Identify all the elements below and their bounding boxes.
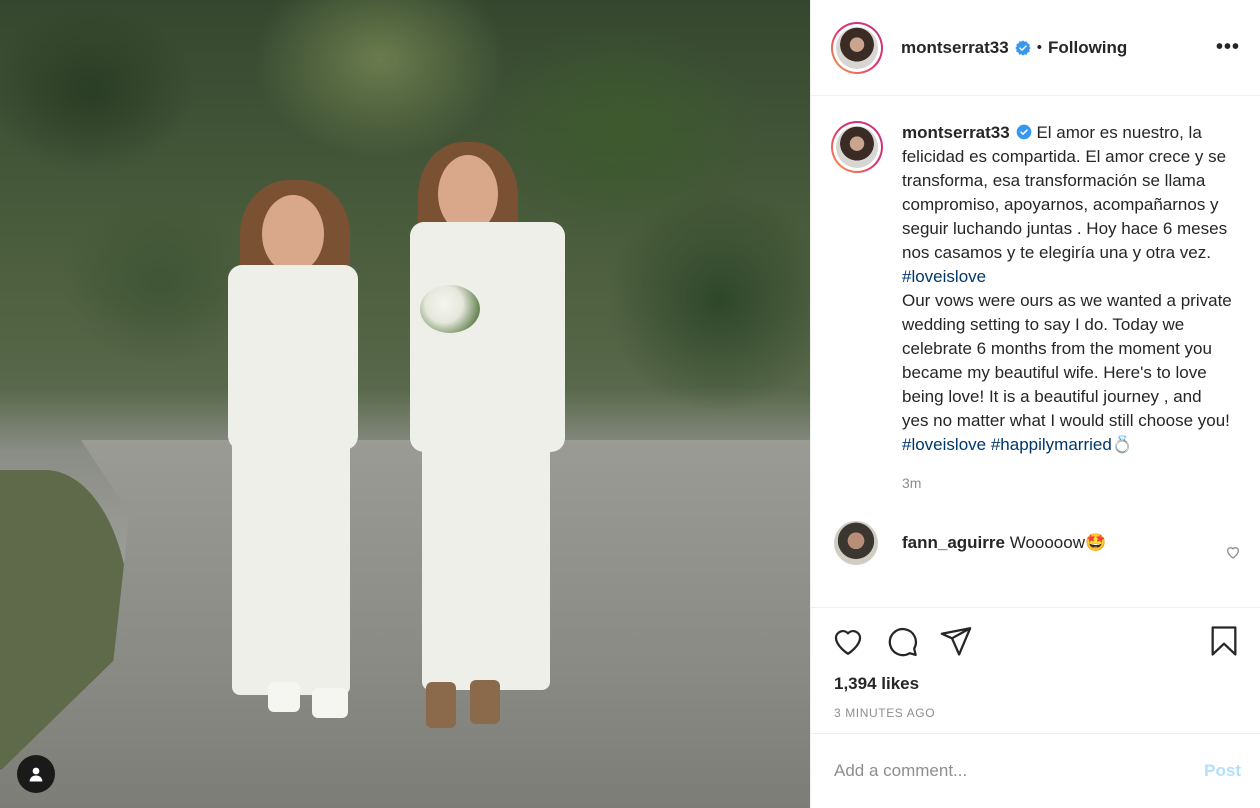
bookmark-icon[interactable] bbox=[1207, 624, 1241, 658]
hashtag-link[interactable]: #loveislove bbox=[902, 435, 986, 454]
photo-path bbox=[0, 440, 810, 808]
post-timestamp[interactable]: 3 MINUTES AGO bbox=[834, 706, 1241, 720]
caption-time[interactable]: 3m bbox=[902, 475, 1241, 491]
comment-like-icon[interactable] bbox=[1225, 544, 1241, 560]
post-sidebar: montserrat33 • Following ••• montserrat3… bbox=[810, 0, 1260, 808]
user-icon bbox=[29, 767, 43, 782]
ring-emoji: 💍 bbox=[1111, 435, 1133, 454]
commenter-avatar[interactable] bbox=[834, 521, 878, 565]
share-icon[interactable] bbox=[939, 624, 973, 658]
caption-text-en: Our vows were ours as we wanted a privat… bbox=[902, 291, 1232, 430]
caption-avatar[interactable] bbox=[831, 121, 883, 173]
post-photo[interactable] bbox=[0, 0, 810, 808]
likes-count[interactable]: 1,394 likes bbox=[834, 674, 1241, 694]
commenter-username[interactable]: fann_aguirre bbox=[902, 533, 1005, 552]
comment-emoji: 🤩 bbox=[1085, 533, 1107, 552]
comment-body: Wooooow bbox=[1004, 533, 1085, 552]
caption: montserrat33 El amor es nuestro, la feli… bbox=[831, 121, 1241, 457]
comment-text: fann_aguirre Wooooow🤩 bbox=[902, 533, 1106, 553]
author-avatar[interactable] bbox=[831, 21, 883, 74]
post-actions: 1,394 likes 3 MINUTES AGO bbox=[811, 607, 1260, 733]
add-comment-bar: Post bbox=[811, 733, 1260, 808]
comments-section[interactable]: montserrat33 El amor es nuestro, la feli… bbox=[811, 97, 1260, 607]
more-options-button[interactable]: ••• bbox=[1216, 36, 1240, 59]
comment-icon[interactable] bbox=[885, 624, 919, 658]
comment-input[interactable] bbox=[834, 761, 1205, 781]
heart-icon[interactable] bbox=[831, 624, 865, 658]
post-header: montserrat33 • Following ••• bbox=[811, 0, 1260, 96]
caption-text: montserrat33 El amor es nuestro, la feli… bbox=[902, 121, 1232, 457]
photo-bouquet bbox=[420, 285, 480, 333]
photo-trees-background bbox=[0, 0, 810, 460]
tagged-users-button[interactable] bbox=[17, 755, 55, 793]
following-button[interactable]: Following bbox=[1048, 38, 1127, 58]
hashtag-link[interactable]: #loveislove bbox=[902, 267, 986, 286]
caption-text-es: El amor es nuestro, la felicidad es comp… bbox=[902, 123, 1228, 262]
header-separator: • bbox=[1036, 39, 1042, 56]
author-username[interactable]: montserrat33 bbox=[901, 38, 1009, 58]
verified-badge-icon bbox=[1016, 124, 1032, 140]
hashtag-link[interactable]: #happilymarried bbox=[991, 435, 1112, 454]
caption-username[interactable]: montserrat33 bbox=[902, 123, 1010, 142]
verified-badge-icon bbox=[1015, 39, 1031, 56]
comment-item: fann_aguirre Wooooow🤩 bbox=[831, 521, 1241, 565]
post-comment-button[interactable]: Post bbox=[1204, 761, 1241, 781]
